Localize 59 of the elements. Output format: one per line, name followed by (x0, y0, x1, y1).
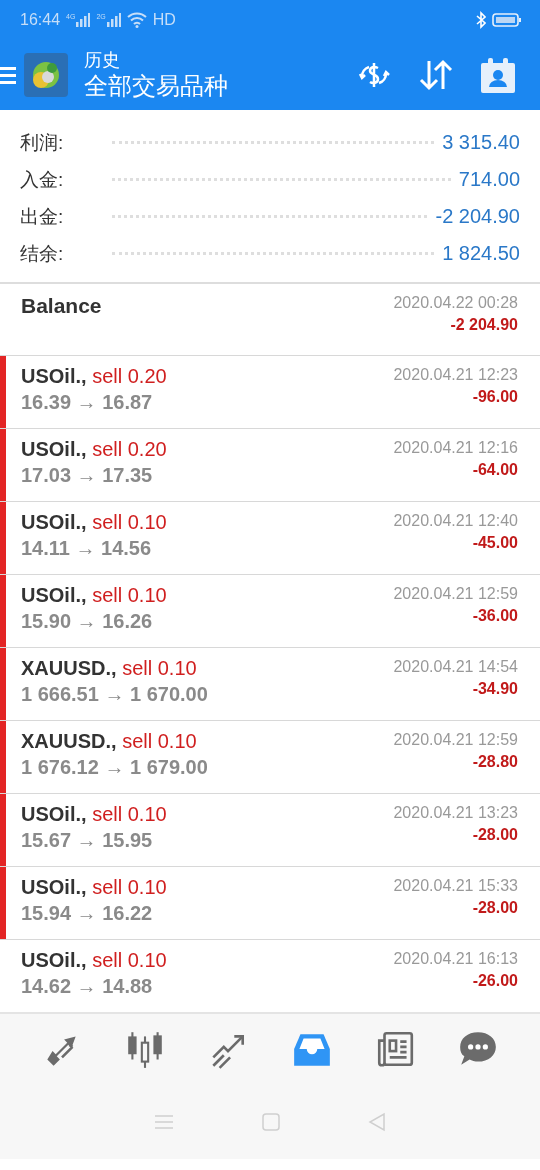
summary-value: -2 204.90 (435, 205, 520, 228)
bluetooth-icon (476, 11, 486, 29)
deal-time: 2020.04.21 12:40 (393, 512, 518, 530)
deal-prices: 15.67 → 15.95 (21, 828, 154, 852)
deal-title: USOil., sell 0.10 (21, 510, 168, 534)
screen-subtitle[interactable]: 全部交易品种 (84, 71, 228, 101)
wifi-icon (126, 12, 147, 28)
signal-icon (76, 13, 91, 27)
summary-label: 出金: (20, 204, 65, 229)
calendar-icon[interactable] (478, 55, 518, 95)
deal-title: XAUUSD., sell 0.10 (21, 656, 198, 680)
deal-profit: -36.00 (472, 607, 518, 625)
summary-value: 3 315.40 (442, 131, 520, 154)
deal-profit: -64.00 (472, 461, 518, 479)
deal-prices: 14.62 → 14.88 (21, 974, 154, 998)
deal-profit: -28.80 (472, 753, 518, 771)
deal-title: XAUUSD., sell 0.10 (21, 729, 198, 753)
deal-prices: 1 666.51 → 1 670.00 (21, 682, 209, 706)
deal-title: USOil., sell 0.10 (21, 875, 168, 899)
deal-prices: 17.03 → 17.35 (21, 463, 154, 487)
signal-icon (106, 13, 121, 27)
deal-profit: -26.00 (472, 972, 518, 990)
summary-label: 入金: (20, 167, 65, 192)
summary-value: 1 824.50 (442, 242, 520, 265)
deal-profit: -45.00 (472, 534, 518, 552)
operation-label: Balance (21, 293, 103, 319)
deal-prices: 15.94 → 16.22 (21, 901, 154, 925)
network-label: HD (152, 11, 176, 29)
deal-time: 2020.04.21 16:13 (393, 950, 518, 968)
deal-time: 2020.04.21 14:54 (393, 658, 518, 676)
deal-time: 2020.04.21 13:23 (393, 804, 518, 822)
deal-time: 2020.04.21 12:59 (393, 731, 518, 749)
clock: 16:44 (20, 11, 61, 29)
deal-prices: 15.90 → 16.26 (21, 609, 154, 633)
deal-prices: 1 676.12 → 1 679.00 (21, 755, 209, 779)
battery-icon (492, 12, 522, 28)
deal-profit: -34.90 (472, 680, 518, 698)
deal-profit: -28.00 (472, 899, 518, 917)
menu-icon[interactable] (0, 65, 16, 85)
deal-prices: 16.39 → 16.87 (21, 390, 154, 414)
deal-profit: -28.00 (472, 826, 518, 844)
deal-time: 2020.04.21 12:59 (393, 585, 518, 603)
deal-time: 2020.04.22 00:28 (393, 294, 518, 312)
app-logo (24, 53, 68, 97)
deal-time: 2020.04.21 12:23 (393, 366, 518, 384)
deal-title: USOil., sell 0.20 (21, 437, 168, 461)
summary-value: 714.00 (458, 168, 520, 191)
summary-label: 利润: (20, 130, 65, 155)
deal-time: 2020.04.21 15:33 (393, 877, 518, 895)
screen-title: 历史 (84, 49, 121, 71)
summary-label: 结余: (20, 241, 65, 266)
deal-prices: 14.11 → 14.56 (21, 536, 153, 560)
deal-title: USOil., sell 0.10 (21, 802, 168, 826)
deal-profit: -96.00 (472, 388, 518, 406)
deal-title: USOil., sell 0.20 (21, 364, 168, 388)
deal-title: USOil., sell 0.10 (21, 948, 168, 972)
deal-title: USOil., sell 0.10 (21, 583, 168, 607)
deal-time: 2020.04.21 12:16 (393, 439, 518, 457)
deal-amount: -2 204.90 (450, 316, 518, 334)
